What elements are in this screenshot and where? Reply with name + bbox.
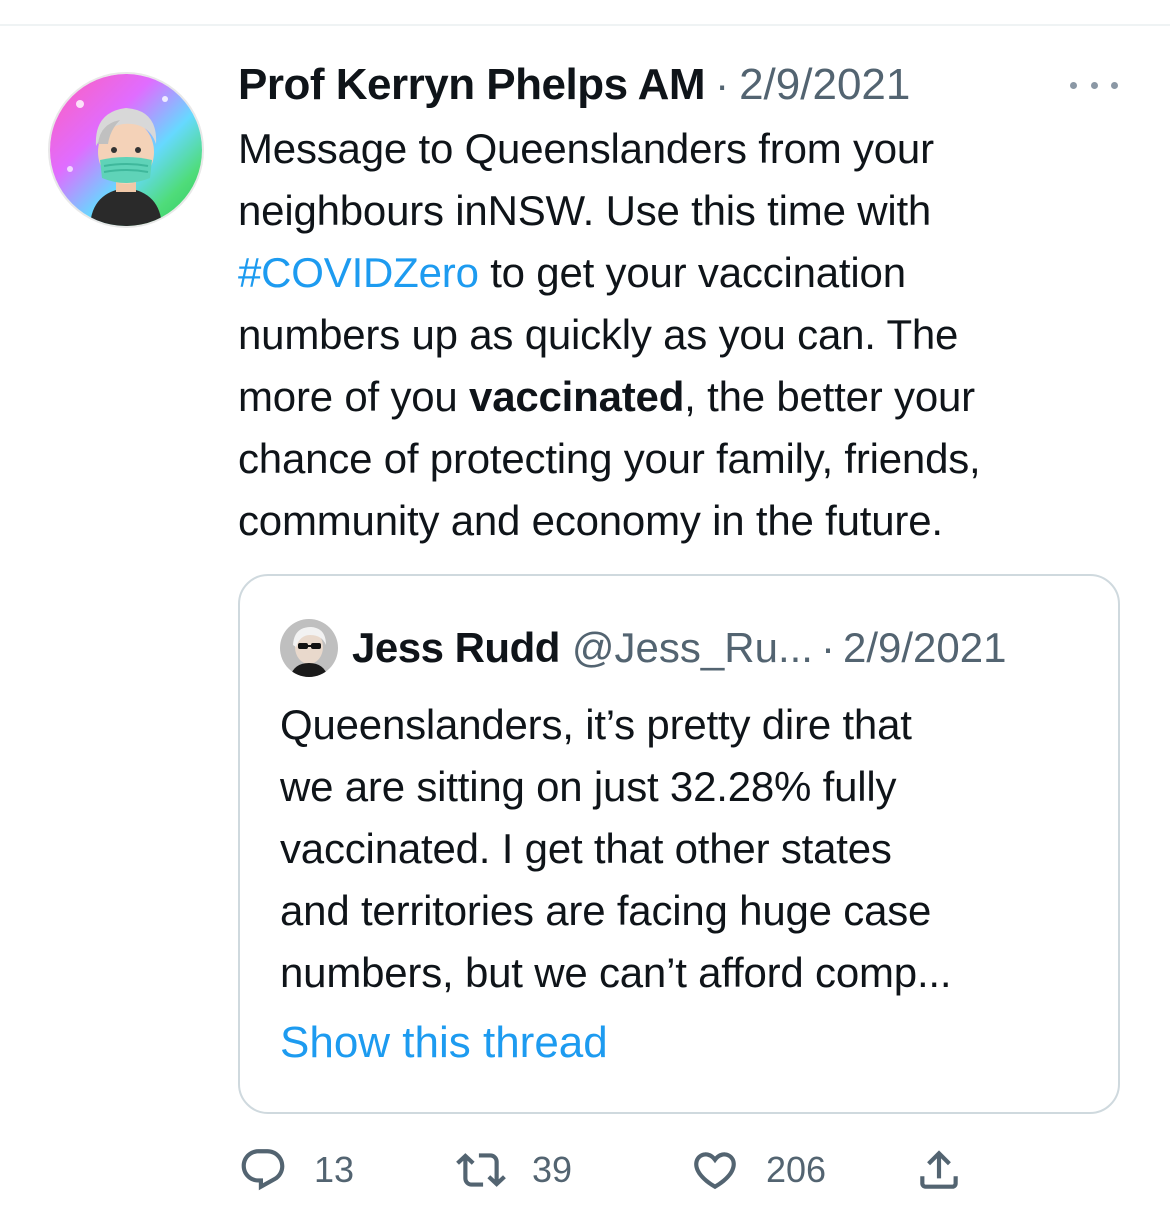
tweet-text-line: Message to Queenslanders from your xyxy=(238,118,1138,180)
quote-text-line: Queenslanders, it’s pretty dire that xyxy=(280,701,912,748)
retweet-button[interactable]: 39 xyxy=(456,1140,572,1200)
retweet-count: 39 xyxy=(532,1149,573,1190)
author-avatar[interactable] xyxy=(48,72,204,228)
tweet-text-line: #COVIDZero to get your vaccination xyxy=(238,242,1138,304)
memoji-avatar-icon xyxy=(50,74,202,226)
tweet-text-line: numbers up as quickly as you can. The xyxy=(238,304,1138,366)
quote-author-name: Jess Rudd xyxy=(352,624,560,671)
top-divider xyxy=(0,24,1170,26)
show-thread-link[interactable]: Show this thread xyxy=(280,1018,608,1068)
tweet-text-segment: , the better your xyxy=(684,373,975,420)
tweet-text: Message to Queenslanders from your neigh… xyxy=(238,118,1138,552)
share-button[interactable] xyxy=(914,1140,964,1200)
reply-button[interactable]: 13 xyxy=(238,1140,354,1200)
more-options-button[interactable] xyxy=(1070,70,1118,100)
more-horizontal-icon xyxy=(1090,81,1098,89)
quote-text-line: and territories are facing huge case xyxy=(280,887,932,934)
quote-header: Jess Rudd @Jess_Ru... · 2/9/2021 xyxy=(280,618,1006,678)
tweet-text-line: more of you vaccinated, the better your xyxy=(238,366,1138,428)
profile-photo-icon xyxy=(280,619,338,677)
reply-icon xyxy=(241,1149,285,1191)
like-button[interactable]: 206 xyxy=(690,1140,826,1200)
like-count: 206 xyxy=(766,1149,827,1190)
tweet-text-segment: Message to Queenslanders from your xyxy=(238,125,934,172)
quote-separator: · xyxy=(820,624,835,671)
author-name[interactable]: Prof Kerryn Phelps AM xyxy=(238,60,706,110)
hashtag-link[interactable]: #COVIDZero xyxy=(238,249,479,296)
share-icon xyxy=(920,1150,958,1189)
header-separator: · xyxy=(715,61,730,108)
quote-text-line: vaccinated. I get that other states xyxy=(280,825,892,872)
retweet-icon xyxy=(456,1153,506,1187)
more-horizontal-icon xyxy=(1111,81,1118,89)
tweet-text-segment: neighbours inNSW. Use this time with xyxy=(238,187,932,234)
tweet-text-bold: vaccinated xyxy=(469,373,685,420)
tweet-text-line: neighbours inNSW. Use this time with xyxy=(238,180,1138,242)
tweet-text-line: community and economy in the future. xyxy=(238,490,1138,552)
tweet-text-segment: numbers up as quickly as you can. The xyxy=(238,311,959,358)
quote-text: Queenslanders, it’s pretty dire that we … xyxy=(280,694,1100,1004)
tweet-header: Prof Kerryn Phelps AM · 2/9/2021 xyxy=(238,60,910,112)
reply-count: 13 xyxy=(314,1149,355,1190)
quote-avatar xyxy=(280,619,338,677)
tweet-text-segment: to get your vaccination xyxy=(478,249,906,296)
quote-author-handle: @Jess_Ru... xyxy=(571,624,813,671)
quote-text-line: we are sitting on just 32.28% fully xyxy=(280,763,897,810)
heart-icon xyxy=(694,1152,736,1190)
tweet-text-segment: more of you xyxy=(238,373,470,420)
tweet-text-segment: community and economy in the future. xyxy=(238,497,943,544)
quoted-tweet-card[interactable]: Jess Rudd @Jess_Ru... · 2/9/2021 Queensl… xyxy=(238,574,1120,1114)
quote-date: 2/9/2021 xyxy=(842,624,1007,671)
tweet-date[interactable]: 2/9/2021 xyxy=(739,60,910,110)
more-horizontal-icon xyxy=(1070,81,1077,89)
tweet-actions: 13 39 206 xyxy=(238,1140,998,1200)
tweet-text-segment: chance of protecting your family, friend… xyxy=(238,435,981,482)
tweet-text-line: chance of protecting your family, friend… xyxy=(238,428,1138,490)
quote-text-line: numbers, but we can’t afford comp... xyxy=(280,949,952,996)
